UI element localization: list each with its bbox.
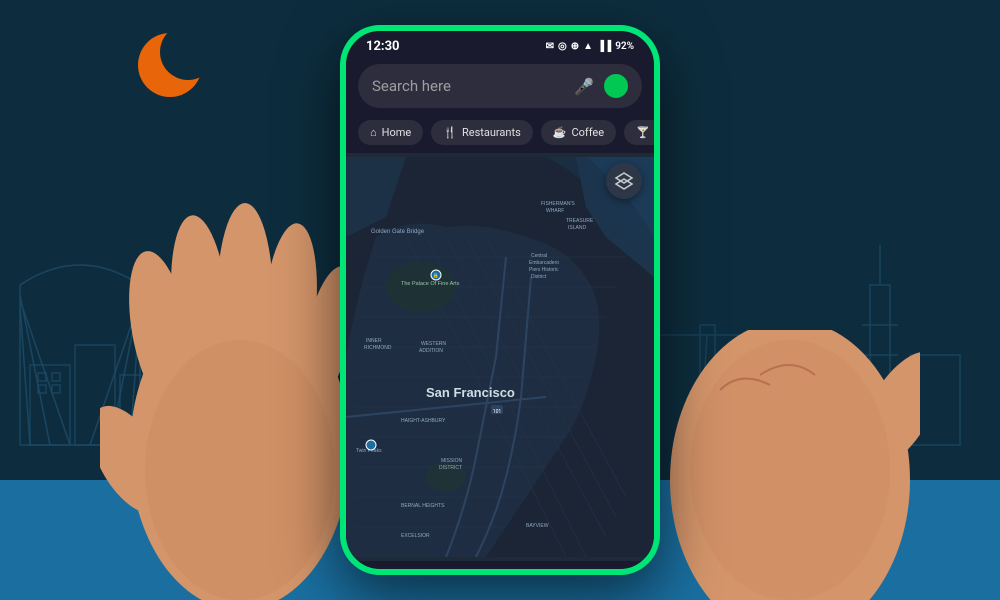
phone: 12:30 ✉ ◎ ⊕ ▲ ▐▐ 92% Search here 🎤 xyxy=(340,25,660,575)
svg-text:ADDITION: ADDITION xyxy=(419,348,443,354)
svg-text:🔒: 🔒 xyxy=(433,272,439,279)
svg-text:San Francisco: San Francisco xyxy=(426,385,515,400)
svg-text:MISSION: MISSION xyxy=(441,458,463,464)
status-time: 12:30 xyxy=(366,39,400,54)
status-bar: 12:30 ✉ ◎ ⊕ ▲ ▐▐ 92% xyxy=(346,31,654,58)
filter-coffee[interactable]: ☕ Coffee xyxy=(541,120,616,145)
phone-screen: 12:30 ✉ ◎ ⊕ ▲ ▐▐ 92% Search here 🎤 xyxy=(346,31,654,569)
filter-bars[interactable]: 🍸 B... xyxy=(624,120,654,145)
restaurants-label: Restaurants xyxy=(462,126,521,139)
hand-right xyxy=(660,330,920,600)
home-label: Home xyxy=(382,126,412,139)
layers-icon xyxy=(614,171,634,191)
map-area[interactable]: 101 Golden Gate Bridge FISHERMAN'S WHARF… xyxy=(346,153,654,561)
svg-text:Piers Historic: Piers Historic xyxy=(529,267,559,273)
svg-text:INNER: INNER xyxy=(366,338,382,344)
moon xyxy=(130,30,200,100)
coffee-label: Coffee xyxy=(571,126,604,139)
svg-text:Central: Central xyxy=(531,253,547,259)
svg-text:TREASURE: TREASURE xyxy=(566,218,594,224)
location-icon: ◎ xyxy=(558,41,567,52)
svg-text:The Palace Of Fine Arts: The Palace Of Fine Arts xyxy=(401,281,460,287)
battery-text: 92% xyxy=(615,41,634,52)
vpn-icon: ⊕ xyxy=(571,41,579,52)
map-svg: 101 Golden Gate Bridge FISHERMAN'S WHARF… xyxy=(346,153,654,561)
filter-chips: ⌂ Home 🍴 Restaurants ☕ Coffee 🍸 B... xyxy=(346,116,654,153)
status-icons: ✉ ◎ ⊕ ▲ ▐▐ 92% xyxy=(546,41,634,52)
svg-text:BERNAL HEIGHTS: BERNAL HEIGHTS xyxy=(401,503,445,509)
background: 12:30 ✉ ◎ ⊕ ▲ ▐▐ 92% Search here 🎤 xyxy=(0,0,1000,600)
search-area: Search here 🎤 xyxy=(346,58,654,116)
filter-restaurants[interactable]: 🍴 Restaurants xyxy=(431,120,532,145)
mic-icon[interactable]: 🎤 xyxy=(574,77,594,96)
svg-text:Golden Gate Bridge: Golden Gate Bridge xyxy=(371,229,425,235)
hand-left xyxy=(100,150,380,600)
restaurants-icon: 🍴 xyxy=(443,126,457,139)
svg-text:HAIGHT-ASHBURY: HAIGHT-ASHBURY xyxy=(401,418,446,424)
svg-text:WESTERN: WESTERN xyxy=(421,341,446,347)
svg-text:DISTRICT: DISTRICT xyxy=(439,465,462,471)
svg-text:101: 101 xyxy=(493,409,501,415)
google-dot xyxy=(604,74,628,98)
svg-text:ISLAND: ISLAND xyxy=(568,225,586,231)
svg-text:WHARF: WHARF xyxy=(546,208,564,214)
bars-icon: 🍸 xyxy=(636,126,650,139)
svg-text:EXCELSIOR: EXCELSIOR xyxy=(401,533,430,539)
search-placeholder: Search here xyxy=(372,77,564,95)
email-icon: ✉ xyxy=(546,41,554,52)
phone-outer: 12:30 ✉ ◎ ⊕ ▲ ▐▐ 92% Search here 🎤 xyxy=(340,25,660,575)
layer-toggle-button[interactable] xyxy=(606,163,642,199)
svg-text:BAYVIEW: BAYVIEW xyxy=(526,523,549,529)
svg-text:RICHMOND: RICHMOND xyxy=(364,345,392,351)
svg-text:FISHERMAN'S: FISHERMAN'S xyxy=(541,201,575,207)
filter-home[interactable]: ⌂ Home xyxy=(358,120,423,145)
svg-text:Embarcadero: Embarcadero xyxy=(529,260,559,266)
search-bar[interactable]: Search here 🎤 xyxy=(358,64,642,108)
svg-text:District: District xyxy=(531,274,547,280)
wifi-icon: ▲ xyxy=(583,41,593,52)
signal-icon: ▐▐ xyxy=(597,41,611,52)
coffee-icon: ☕ xyxy=(553,126,567,139)
home-icon: ⌂ xyxy=(370,126,377,139)
